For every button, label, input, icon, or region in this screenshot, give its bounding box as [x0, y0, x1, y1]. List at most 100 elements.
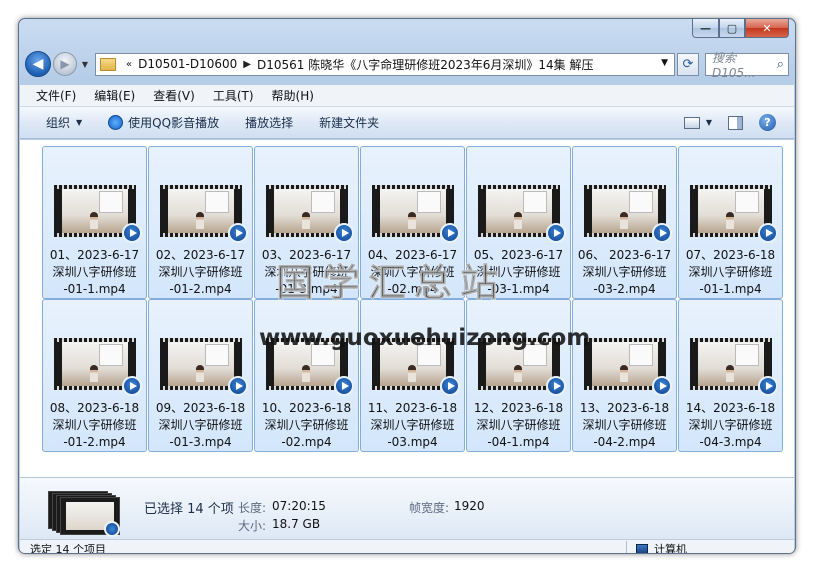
- breadcrumb-separator-icon[interactable]: ▶: [243, 59, 251, 70]
- menu-help[interactable]: 帮助(H): [272, 87, 314, 104]
- minimize-button[interactable]: —: [692, 19, 719, 38]
- recent-pages-dropdown[interactable]: ▼: [79, 60, 91, 69]
- selection-thumbnail-stack: [48, 491, 122, 537]
- new-folder-button[interactable]: 新建文件夹: [319, 114, 379, 131]
- address-bar[interactable]: « D10501-D10600 ▶ D10561 陈晓华《八字命理研修班2023…: [95, 52, 675, 76]
- menu-view[interactable]: 查看(V): [153, 87, 195, 104]
- status-location: 计算机: [636, 541, 687, 553]
- file-name-line: -02.mp4: [281, 435, 332, 449]
- file-name: 07、2023-6-18 深圳八字研修班 -01-1.mp4: [680, 247, 782, 298]
- maximize-button[interactable]: ▢: [719, 19, 745, 38]
- qq-player-icon: [651, 376, 672, 396]
- file-item[interactable]: 14、2023-6-18 深圳八字研修班 -04-3.mp4: [678, 299, 783, 452]
- file-name-line: -01-3.mp4: [275, 282, 338, 296]
- length-value: 07:20:15: [272, 499, 326, 513]
- file-name-line: 13、2023-6-18: [579, 401, 670, 415]
- breadcrumb-item-parent[interactable]: D10501-D10600: [138, 57, 237, 71]
- video-thumbnail: [583, 338, 672, 396]
- menu-file[interactable]: 文件(F): [36, 87, 76, 104]
- address-dropdown-icon[interactable]: ▼: [661, 58, 668, 68]
- qq-player-icon: [439, 223, 460, 243]
- close-button[interactable]: ✕: [745, 19, 789, 38]
- preview-pane-icon[interactable]: [728, 115, 743, 130]
- explorer-window: — ▢ ✕ ◀ ▶ ▼ « D10501-D10600 ▶ D10561 陈晓华…: [18, 18, 796, 554]
- search-icon[interactable]: ⌕: [777, 57, 784, 72]
- presenter: [407, 365, 416, 382]
- presenter: [301, 365, 310, 382]
- file-item[interactable]: 08、2023-6-18 深圳八字研修班 -01-2.mp4: [42, 299, 147, 452]
- file-item[interactable]: 07、2023-6-18 深圳八字研修班 -01-1.mp4: [678, 146, 783, 299]
- file-item[interactable]: 02、2023-6-17 深圳八字研修班 -01-2.mp4: [148, 146, 253, 299]
- file-name-line: 深圳八字研修班: [370, 265, 455, 279]
- details-pane: 已选择 14 个项 长度: 07:20:15 大小: 18.7 GB 帧宽度: …: [20, 477, 794, 539]
- refresh-button[interactable]: ⟳: [677, 52, 699, 76]
- size-value: 18.7 GB: [272, 517, 321, 531]
- presenter: [407, 212, 416, 229]
- whiteboard: [310, 191, 335, 213]
- qq-player-icon: [439, 376, 460, 396]
- file-name: 11、2023-6-18 深圳八字研修班 -03.mp4: [362, 400, 464, 451]
- video-thumbnail: [265, 185, 354, 243]
- whiteboard: [98, 344, 123, 366]
- file-item[interactable]: 12、2023-6-18 深圳八字研修班 -04-1.mp4: [466, 299, 571, 452]
- play-selection-button[interactable]: 播放选择: [245, 114, 293, 131]
- file-name-line: -04-2.mp4: [593, 435, 656, 449]
- file-list[interactable]: 01、2023-6-17 深圳八字研修班 -01-1.mp4 02、2023-6-17…: [20, 140, 794, 477]
- breadcrumb-item-current[interactable]: D10561 陈晓华《八字命理研修班2023年6月深圳》14集 解压: [257, 56, 594, 73]
- qq-player-icon: [545, 223, 566, 243]
- presenter: [513, 365, 522, 382]
- presenter: [195, 365, 204, 382]
- whiteboard: [98, 191, 123, 213]
- new-folder-label: 新建文件夹: [319, 116, 380, 130]
- file-name-line: 07、2023-6-18: [685, 248, 776, 262]
- status-selected-text: 选定 14 个项目: [30, 543, 106, 554]
- help-icon[interactable]: ?: [759, 114, 776, 131]
- file-item[interactable]: 11、2023-6-18 深圳八字研修班 -03.mp4: [360, 299, 465, 452]
- organize-button[interactable]: 组织 ▼: [46, 114, 82, 131]
- file-name-line: 深圳八字研修班: [52, 418, 137, 432]
- qq-player-icon: [121, 376, 142, 396]
- menu-tools[interactable]: 工具(T): [213, 87, 254, 104]
- file-name: 08、2023-6-18 深圳八字研修班 -01-2.mp4: [44, 400, 146, 451]
- whiteboard: [310, 344, 335, 366]
- file-item[interactable]: 06、 2023-6-17 深圳八字研修班 -03-2.mp4: [572, 146, 677, 299]
- frame-width-value: 1920: [454, 499, 485, 513]
- file-name-line: -03-2.mp4: [593, 282, 656, 296]
- video-thumbnail: [53, 185, 142, 243]
- menu-edit[interactable]: 编辑(E): [94, 87, 135, 104]
- file-item[interactable]: 01、2023-6-17 深圳八字研修班 -01-1.mp4: [42, 146, 147, 299]
- file-name-line: 深圳八字研修班: [158, 265, 243, 279]
- file-name-line: -01-2.mp4: [63, 435, 126, 449]
- presenter: [513, 212, 522, 229]
- file-item[interactable]: 13、2023-6-18 深圳八字研修班 -04-2.mp4: [572, 299, 677, 452]
- video-thumbnail: [159, 338, 248, 396]
- caption-buttons: — ▢ ✕: [692, 19, 789, 38]
- forward-button[interactable]: ▶: [53, 52, 77, 76]
- search-input[interactable]: 搜索 D105... ⌕: [705, 51, 789, 80]
- presenter: [301, 212, 310, 229]
- file-name-line: 01、2023-6-17: [49, 248, 140, 262]
- qq-play-button[interactable]: 使用QQ影音播放: [108, 114, 219, 131]
- breadcrumb-overflow[interactable]: «: [126, 59, 132, 70]
- video-thumbnail: [53, 338, 142, 396]
- file-name-line: 深圳八字研修班: [370, 418, 455, 432]
- status-bar: 选定 14 个项目 计算机: [20, 539, 794, 554]
- change-view-button[interactable]: ▼: [683, 116, 712, 129]
- back-button[interactable]: ◀: [25, 51, 51, 77]
- whiteboard: [416, 344, 441, 366]
- file-item[interactable]: 10、2023-6-18 深圳八字研修班 -02.mp4: [254, 299, 359, 452]
- presenter: [89, 365, 98, 382]
- chevron-down-icon: ▼: [705, 118, 712, 127]
- file-item[interactable]: 04、2023-6-17 深圳八字研修班 -02.mp4: [360, 146, 465, 299]
- file-name-line: -04-3.mp4: [699, 435, 762, 449]
- file-item[interactable]: 05、2023-6-17 深圳八字研修班 -03-1.mp4: [466, 146, 571, 299]
- file-name-line: 02、2023-6-17: [155, 248, 246, 262]
- menu-bar: 文件(F) 编辑(E) 查看(V) 工具(T) 帮助(H): [20, 85, 794, 107]
- view-icon: [683, 116, 700, 129]
- qq-player-icon: [227, 223, 248, 243]
- file-item[interactable]: 09、2023-6-18 深圳八字研修班 -01-3.mp4: [148, 299, 253, 452]
- file-name-line: 14、2023-6-18: [685, 401, 776, 415]
- whiteboard: [628, 344, 653, 366]
- file-name-line: 09、2023-6-18: [155, 401, 246, 415]
- file-item[interactable]: 03、2023-6-17 深圳八字研修班 -01-3.mp4: [254, 146, 359, 299]
